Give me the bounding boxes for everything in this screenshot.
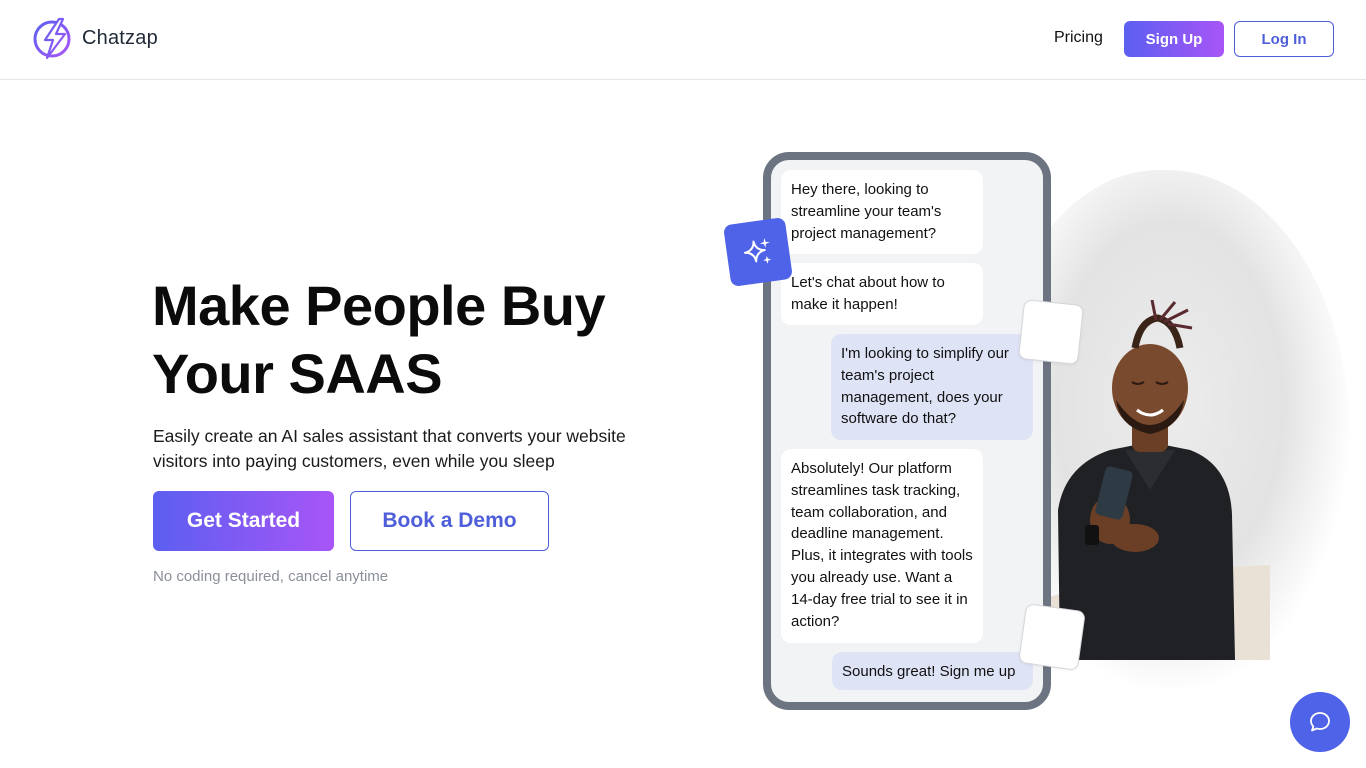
hero-note: No coding required, cancel anytime [153, 568, 389, 585]
sparkle-icon [743, 238, 772, 264]
chat-bubble-icon [1310, 712, 1330, 732]
top-navbar: Chatzap Pricing Sign Up Log In [0, 0, 1366, 80]
phone-mockup: Hey there, looking to streamline your te… [763, 152, 1051, 710]
signup-button[interactable]: Sign Up [1124, 21, 1224, 57]
floating-card [1018, 603, 1086, 671]
brand-name: Chatzap [82, 26, 158, 49]
chat-message-bot: Absolutely! Our platform streamlines tas… [781, 449, 983, 643]
book-demo-button[interactable]: Book a Demo [350, 491, 549, 551]
login-button[interactable]: Log In [1234, 21, 1334, 57]
chat-widget-button[interactable] [1290, 692, 1350, 752]
hero-title-line-2: Your SAAS [152, 342, 443, 405]
chat-message-bot: Hey there, looking to streamline your te… [781, 170, 983, 254]
brand-logo[interactable]: Chatzap [32, 16, 158, 60]
lightning-bolt-logo-icon [33, 17, 71, 60]
chat-message-user: Sounds great! Sign me up [832, 652, 1033, 690]
chat-message-user: I'm looking to simplify our team's proje… [831, 334, 1033, 440]
chat-message-bot: Let's chat about how to make it happen! [781, 263, 983, 325]
hero-title: Make People Buy Your SAAS [152, 272, 672, 408]
nav-pricing-link[interactable]: Pricing [1054, 29, 1103, 47]
hero-title-line-1: Make People Buy [152, 274, 606, 337]
hero-subtitle: Easily create an AI sales assistant that… [153, 426, 626, 471]
floating-card [1018, 299, 1084, 365]
get-started-button[interactable]: Get Started [153, 491, 334, 551]
ai-sparkle-badge [722, 216, 794, 288]
